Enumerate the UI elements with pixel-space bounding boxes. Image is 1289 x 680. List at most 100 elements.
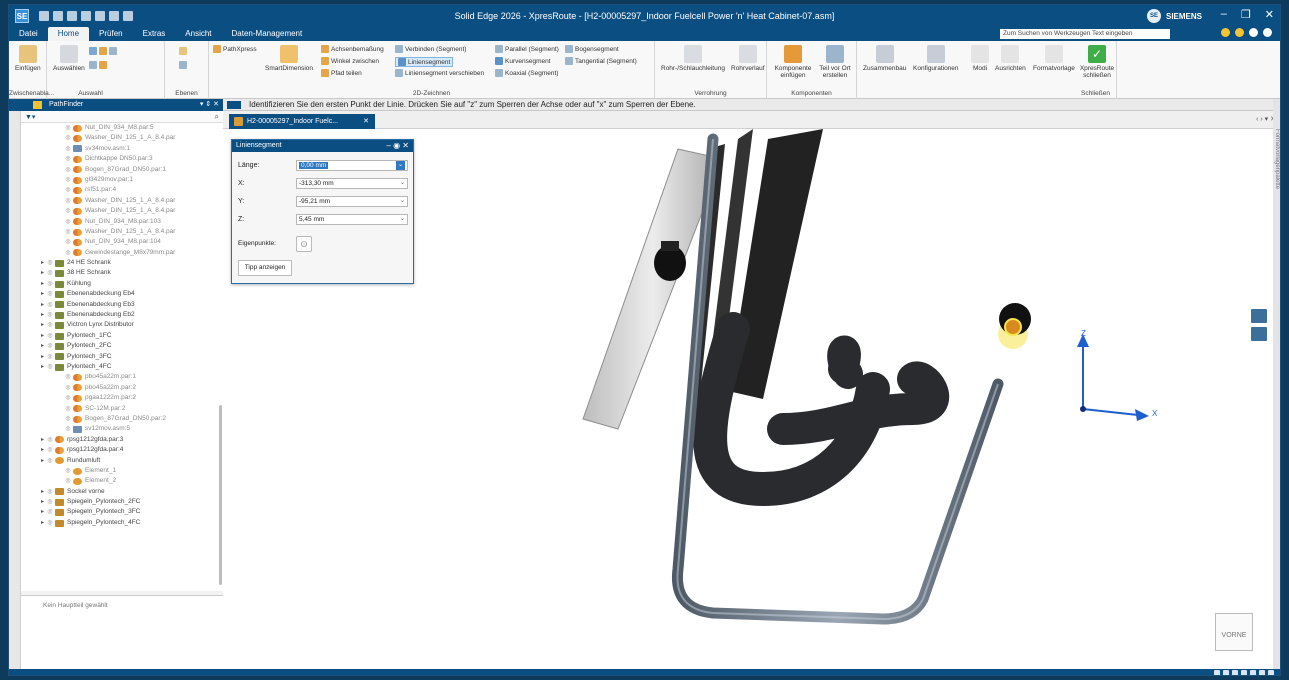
tab-pruefen[interactable]: Prüfen bbox=[89, 27, 133, 41]
expand-icon[interactable]: ▸ bbox=[39, 456, 46, 466]
close-button[interactable]: ✕ bbox=[1265, 8, 1274, 21]
smartdimension-button[interactable]: SmartDimension bbox=[265, 45, 313, 72]
auswaehlen-button[interactable]: Auswählen bbox=[53, 45, 85, 72]
visibility-icon[interactable]: ◎ bbox=[64, 372, 72, 382]
feedback-icon[interactable] bbox=[1235, 28, 1244, 37]
visibility-icon[interactable]: ◎ bbox=[64, 185, 72, 195]
tab-daten-management[interactable]: Daten-Management bbox=[222, 27, 313, 41]
zusammenbau-button[interactable]: Zusammenbau bbox=[863, 45, 906, 72]
minimize-button[interactable]: – bbox=[1221, 8, 1227, 21]
rohrverlauf-button[interactable]: Rohrverlauf bbox=[731, 45, 765, 72]
konfigurationen-button[interactable]: Konfigurationen bbox=[913, 45, 959, 72]
expand-icon[interactable]: ▸ bbox=[39, 445, 46, 455]
liniensegment-verschieben-button[interactable]: Liniensegment verschieben bbox=[395, 69, 484, 77]
tree-item[interactable]: ◎ pbo45a22m.par:1 bbox=[21, 372, 223, 382]
tipp-anzeigen-button[interactable]: Tipp anzeigen bbox=[238, 260, 292, 276]
visibility-icon[interactable]: ◎ bbox=[64, 237, 72, 247]
expand-icon[interactable]: ▸ bbox=[39, 435, 46, 445]
redo-icon[interactable] bbox=[109, 11, 119, 21]
zoom-icon[interactable] bbox=[1214, 670, 1220, 675]
tree-item[interactable]: ▸ ◎ 24 HE Schrank bbox=[21, 258, 223, 268]
formatvorlage-button[interactable]: Formatvorlage bbox=[1033, 45, 1075, 72]
expand-icon[interactable]: ▸ bbox=[39, 518, 46, 528]
dialog-controls-icon[interactable]: – ◉ ✕ bbox=[386, 140, 409, 152]
dropdown-icon[interactable]: ⌄ bbox=[395, 161, 405, 170]
visibility-icon[interactable]: ◎ bbox=[64, 404, 72, 414]
tree-item[interactable]: ▸ ◎ 38 HE Schrank bbox=[21, 268, 223, 278]
visibility-icon[interactable]: ◎ bbox=[64, 133, 72, 143]
liniensegment-button[interactable]: Liniensegment bbox=[395, 57, 454, 67]
tree-item[interactable]: ▸ ◎ Pylontech_4FC bbox=[21, 362, 223, 372]
dropdown-icon[interactable]: ⌄ bbox=[400, 197, 405, 206]
komponente-einfuegen-button[interactable]: Komponente einfügen bbox=[773, 45, 813, 79]
laenge-field[interactable]: 0,00 mm ⌄ bbox=[296, 160, 408, 171]
y-field[interactable]: -95,21 mm ⌄ bbox=[296, 196, 408, 207]
visibility-icon[interactable]: ◎ bbox=[64, 144, 72, 154]
pathfinder-pin-icon[interactable]: ▾ ⇕ ✕ bbox=[200, 99, 219, 111]
tree-item[interactable]: ◎ Washer_DIN_125_1_A_8.4.par bbox=[21, 206, 223, 216]
tab-extras[interactable]: Extras bbox=[133, 27, 176, 41]
visibility-icon[interactable]: ◎ bbox=[46, 518, 54, 528]
tree-item[interactable]: ◎ Nut_DIN_934_M8.par:5 bbox=[21, 123, 223, 133]
visibility-icon[interactable]: ◎ bbox=[46, 487, 54, 497]
hose-3[interactable] bbox=[827, 335, 863, 389]
z-field[interactable]: 5,45 mm ⌄ bbox=[296, 214, 408, 225]
visibility-icon[interactable]: ◎ bbox=[64, 227, 72, 237]
visibility-icon[interactable]: ◎ bbox=[64, 466, 72, 476]
open-icon[interactable] bbox=[53, 11, 63, 21]
visibility-icon[interactable]: ◎ bbox=[46, 300, 54, 310]
expand-icon[interactable]: ▸ bbox=[39, 507, 46, 517]
3d-viewport[interactable]: Z X Liniensegment – ◉ ✕ Länge: 0,00 mm ⌄ … bbox=[223, 129, 1273, 669]
visibility-icon[interactable]: ◎ bbox=[46, 320, 54, 330]
grid-icon[interactable] bbox=[1250, 670, 1256, 675]
visibility-icon[interactable]: ◎ bbox=[46, 279, 54, 289]
select-mode-tools[interactable] bbox=[89, 61, 107, 69]
app-icon[interactable]: SE bbox=[15, 9, 29, 23]
print-icon[interactable] bbox=[81, 11, 91, 21]
tree-item[interactable]: ▸ ◎ Spiegeln_Pylontech_3FC bbox=[21, 507, 223, 517]
tree-item[interactable]: ◎ Bogen_87Grad_DN50.par:1 bbox=[21, 165, 223, 175]
tree-item[interactable]: ▸ ◎ Pylontech_1FC bbox=[21, 331, 223, 341]
visibility-icon[interactable]: ◎ bbox=[46, 289, 54, 299]
visibility-icon[interactable]: ◎ bbox=[64, 414, 72, 424]
tree-item[interactable]: ▸ ◎ Pylontech_2FC bbox=[21, 341, 223, 351]
visibility-icon[interactable]: ◎ bbox=[64, 206, 72, 216]
tree-item[interactable]: ▸ ◎ Sockel vorne bbox=[21, 487, 223, 497]
search-icon[interactable]: ⌕ bbox=[215, 112, 219, 122]
tree-item[interactable]: ▸ ◎ Rundumluft bbox=[21, 456, 223, 466]
tree-item[interactable]: ▸ ◎ Spiegeln_Pylontech_2FC bbox=[21, 497, 223, 507]
visibility-icon[interactable]: ◎ bbox=[46, 435, 54, 445]
visibility-icon[interactable]: ◎ bbox=[64, 196, 72, 206]
tree-item[interactable]: ◎ Element_1 bbox=[21, 466, 223, 476]
tree-item[interactable]: ◎ Gewindestange_M8x79mm.par bbox=[21, 248, 223, 258]
tree-item[interactable]: ◎ Dichtkappe DN50.par:3 bbox=[21, 154, 223, 164]
tab-home[interactable]: Home bbox=[47, 27, 90, 41]
visibility-icon[interactable]: ◎ bbox=[46, 445, 54, 455]
visibility-icon[interactable]: ◎ bbox=[46, 268, 54, 278]
layer-tools[interactable] bbox=[179, 47, 187, 55]
expand-icon[interactable]: ▸ bbox=[39, 258, 46, 268]
visibility-icon[interactable]: ◎ bbox=[64, 154, 72, 164]
x-field[interactable]: -313,30 mm ⌄ bbox=[296, 178, 408, 189]
pathfinder-scrollbar[interactable] bbox=[219, 405, 222, 585]
expand-icon[interactable]: ▸ bbox=[39, 300, 46, 310]
verbinden-button[interactable]: Verbinden (Segment) bbox=[395, 45, 466, 53]
filter-icon[interactable]: ▼▾ bbox=[25, 113, 35, 121]
visibility-icon[interactable]: ◎ bbox=[64, 123, 72, 133]
right-side-pane[interactable]: Formatvorlagenpalette bbox=[1273, 99, 1280, 669]
settings-icon[interactable] bbox=[1249, 28, 1258, 37]
expand-icon[interactable]: ▸ bbox=[39, 331, 46, 341]
dropdown-icon[interactable]: ⌄ bbox=[400, 179, 405, 188]
visibility-icon[interactable]: ◎ bbox=[46, 341, 54, 351]
expand-icon[interactable]: ▸ bbox=[39, 341, 46, 351]
dropdown-icon[interactable]: ⌄ bbox=[400, 215, 405, 224]
tab-ansicht[interactable]: Ansicht bbox=[175, 27, 221, 41]
visibility-icon[interactable]: ◎ bbox=[64, 383, 72, 393]
einfuegen-button[interactable]: Einfügen bbox=[15, 45, 41, 72]
undo-icon[interactable] bbox=[95, 11, 105, 21]
view-cube[interactable]: VORNE bbox=[1215, 613, 1253, 651]
visibility-icon[interactable]: ◎ bbox=[64, 248, 72, 258]
expand-icon[interactable]: ▸ bbox=[39, 362, 46, 372]
parallel-button[interactable]: Parallel (Segment) bbox=[495, 45, 559, 53]
tree-item[interactable]: ▸ ◎ Pylontech_3FC bbox=[21, 352, 223, 362]
